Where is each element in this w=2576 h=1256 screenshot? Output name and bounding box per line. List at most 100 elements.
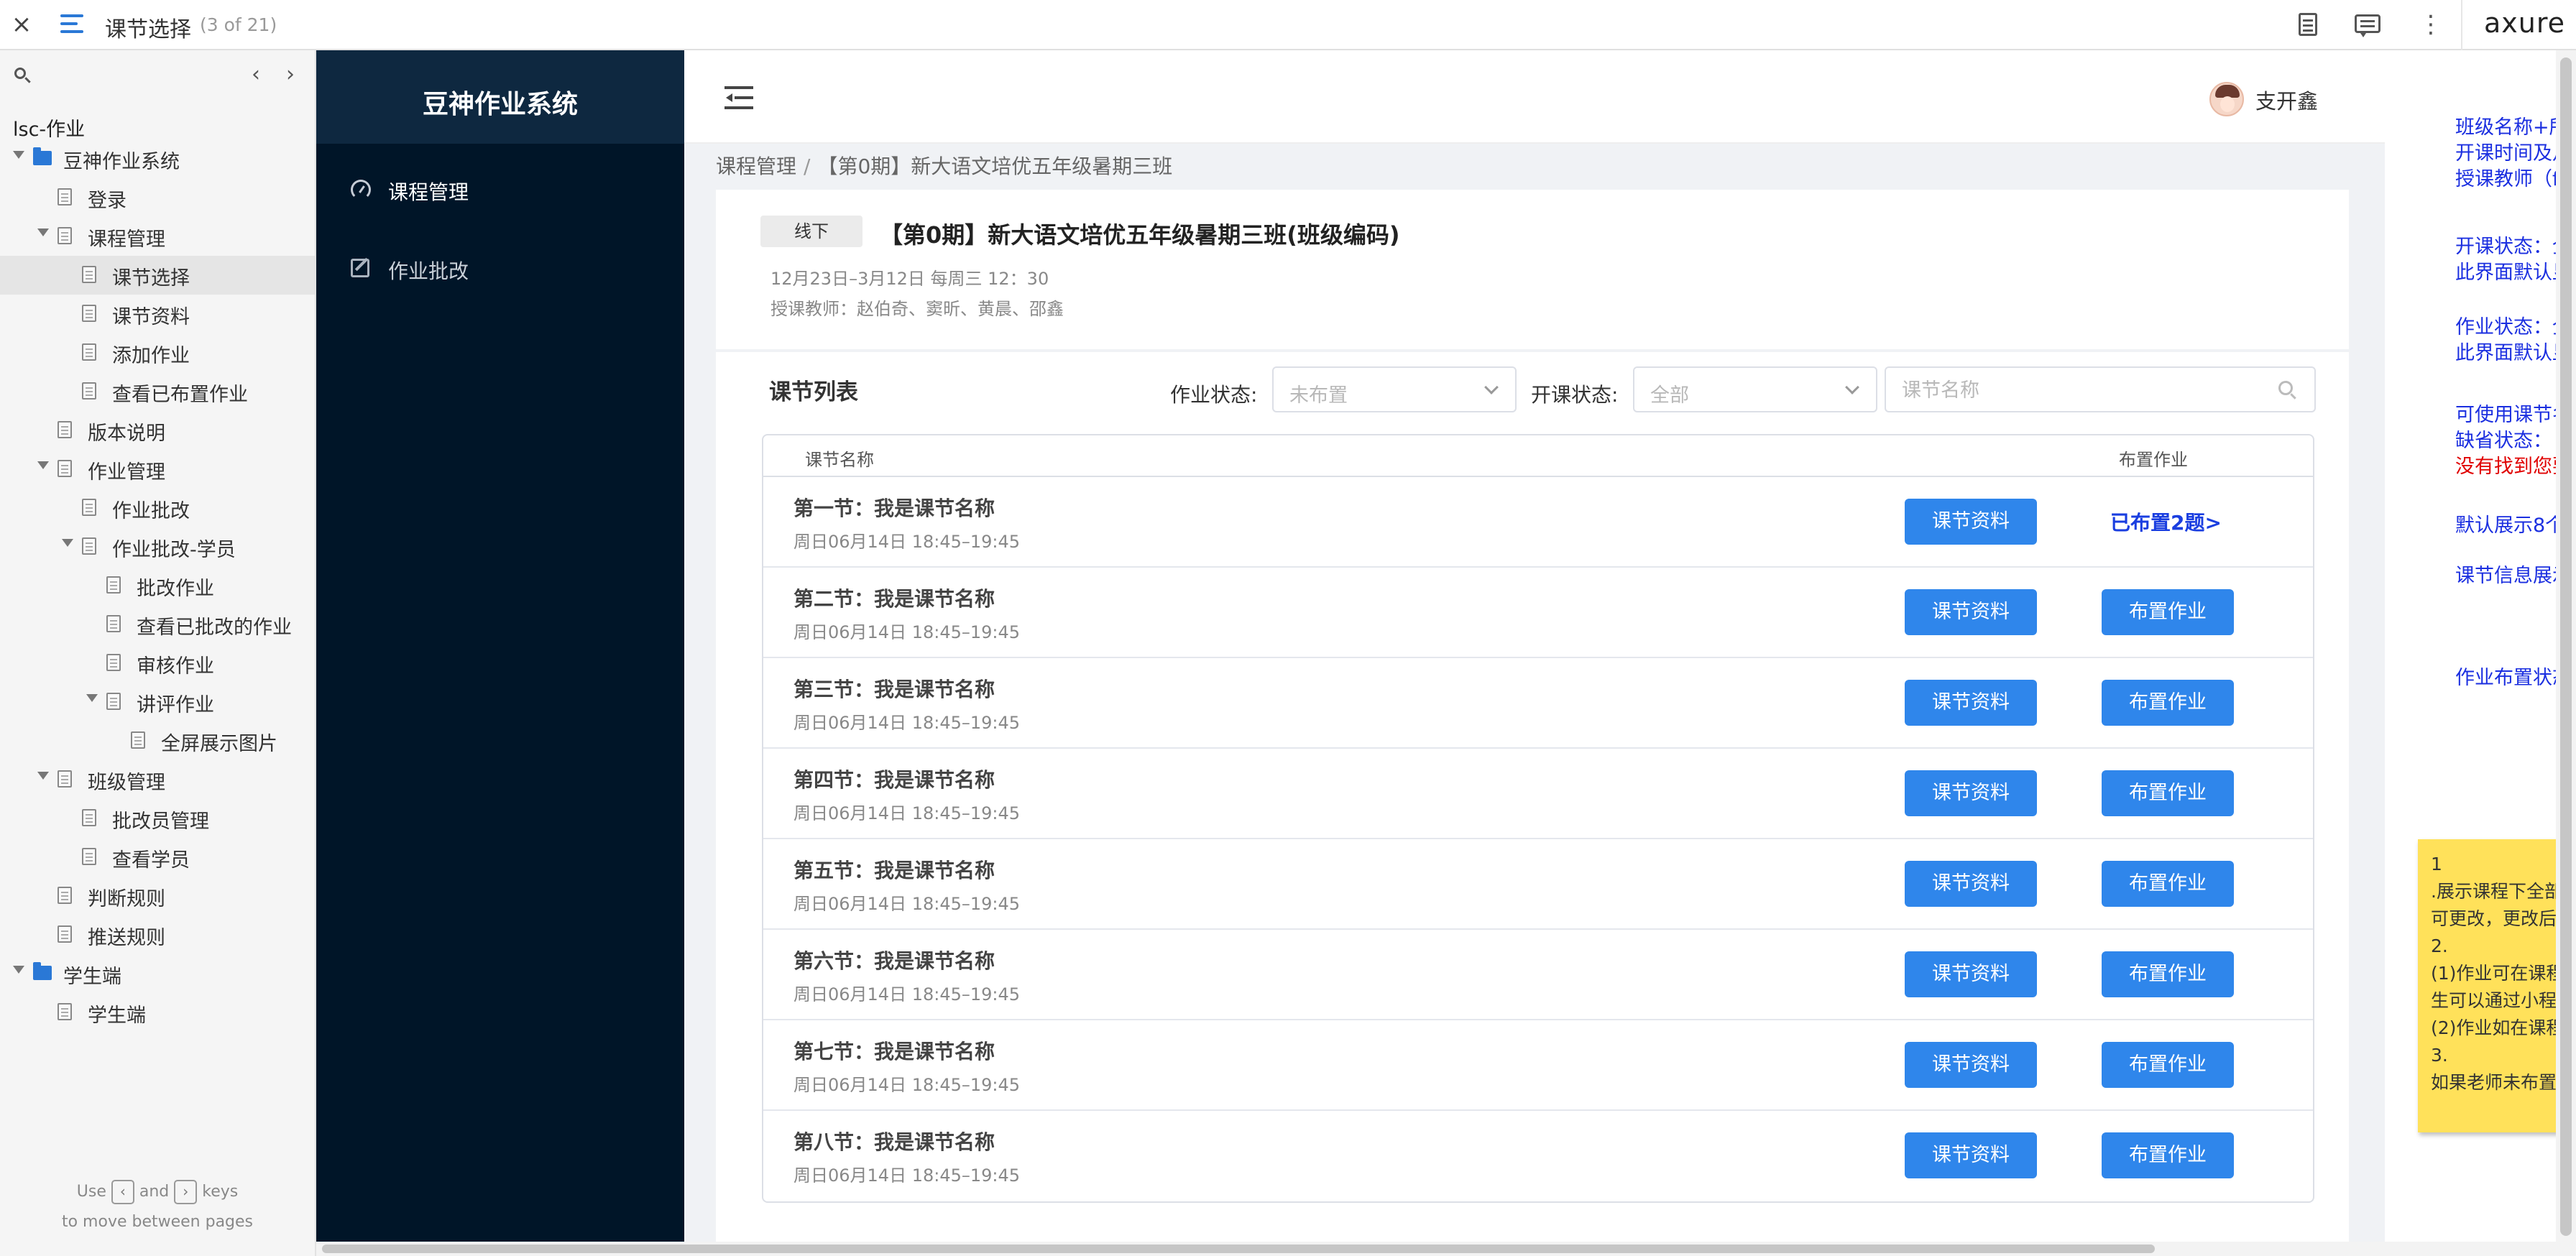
close-icon[interactable]: × xyxy=(7,10,36,39)
homework-status-select[interactable]: 未布置 xyxy=(1272,366,1517,412)
sitemap-item[interactable]: 查看已批改的作业 xyxy=(0,605,315,644)
sitemap-item[interactable]: 查看已布置作业 xyxy=(0,372,315,411)
nav-label: 作业批改 xyxy=(388,259,469,283)
annotation-note: 此界面默认显 xyxy=(2455,262,2572,284)
lesson-time: 周日06月14日 18:45–19:45 xyxy=(794,984,1021,1005)
lesson-name: 第七节：我是课节名称 xyxy=(794,1040,995,1063)
prev-page-icon[interactable]: ‹ xyxy=(252,62,260,87)
sitemap-toggle-icon[interactable] xyxy=(60,11,86,37)
annotation-note: 没有找到您要 xyxy=(2455,456,2572,478)
course-title: 【第0期】新大语文培优五年级暑期三班(班级编码) xyxy=(880,221,1400,249)
sitemap-item[interactable]: 班级管理 xyxy=(0,760,315,799)
assign-homework-button[interactable]: 布置作业 xyxy=(2102,1042,2234,1088)
sitemap-item[interactable]: 课节选择 xyxy=(0,256,315,295)
user-name[interactable]: 支开鑫 xyxy=(2255,85,2318,115)
breadcrumb-root[interactable]: 课程管理 xyxy=(716,154,796,178)
breadcrumb: 课程管理 / 【第0期】新大语文培优五年级暑期三班 xyxy=(716,151,1172,180)
class-status-select[interactable]: 全部 xyxy=(1633,366,1877,412)
sitemap-item-label: 审核作业 xyxy=(137,655,214,678)
page-icon xyxy=(58,188,72,206)
lesson-material-button[interactable]: 课节资料 xyxy=(1905,861,2037,907)
lesson-material-button[interactable]: 课节资料 xyxy=(1905,951,2037,997)
sitemap-item[interactable]: 学生端 xyxy=(0,993,315,1032)
lesson-material-button[interactable]: 课节资料 xyxy=(1905,770,2037,816)
lesson-material-button[interactable]: 课节资料 xyxy=(1905,499,2037,545)
sitemap-item[interactable]: 批改作业 xyxy=(0,566,315,605)
notes-icon[interactable] xyxy=(2293,10,2324,40)
sitemap-item[interactable]: 登录 xyxy=(0,178,315,217)
annotation-note: 开课状态：全 xyxy=(2455,236,2572,258)
assign-homework-button[interactable]: 布置作业 xyxy=(2102,951,2234,997)
sitemap-item[interactable]: 版本说明 xyxy=(0,411,315,450)
sitemap-item[interactable]: 判断规则 xyxy=(0,877,315,915)
assign-homework-button[interactable]: 布置作业 xyxy=(2102,680,2234,726)
page-icon xyxy=(82,848,96,865)
class-status-label: 开课状态: xyxy=(1531,383,1619,407)
sitemap-item[interactable]: 作业批改 xyxy=(0,489,315,527)
sitemap-item[interactable]: 添加作业 xyxy=(0,333,315,372)
lesson-material-button[interactable]: 课节资料 xyxy=(1905,589,2037,635)
nav-item-homework-grading[interactable]: 作业批改 xyxy=(316,244,684,295)
sticky-note-line: 生可以通过小程 xyxy=(2431,990,2557,1011)
more-options-icon[interactable]: ⋮ xyxy=(2415,10,2447,40)
assign-homework-button[interactable]: 布置作业 xyxy=(2102,861,2234,907)
prev-key-icon: ‹ xyxy=(111,1180,134,1204)
lesson-material-button[interactable]: 课节资料 xyxy=(1905,1132,2037,1178)
lesson-material-button[interactable]: 课节资料 xyxy=(1905,680,2037,726)
sitemap-item[interactable]: 审核作业 xyxy=(0,644,315,683)
chevron-down-icon[interactable] xyxy=(37,772,49,780)
sitemap-item-label: 添加作业 xyxy=(112,345,190,367)
lesson-material-button[interactable]: 课节资料 xyxy=(1905,1042,2037,1088)
sitemap-item[interactable]: 全屏展示图片 xyxy=(0,721,315,760)
sitemap-item[interactable]: 批改员管理 xyxy=(0,799,315,838)
next-page-icon[interactable]: › xyxy=(286,62,295,87)
page-icon xyxy=(82,343,96,361)
lesson-time: 周日06月14日 18:45–19:45 xyxy=(794,894,1021,914)
chevron-down-icon[interactable] xyxy=(86,694,98,702)
assigned-homework-link[interactable]: 已布置2题> xyxy=(2110,507,2222,536)
search-icon[interactable] xyxy=(13,66,34,88)
assign-homework-button[interactable]: 布置作业 xyxy=(2102,589,2234,635)
search-icon[interactable] xyxy=(2278,381,2299,401)
comment-icon[interactable] xyxy=(2352,10,2383,40)
chevron-down-icon[interactable] xyxy=(13,966,24,974)
folder-icon xyxy=(33,147,52,165)
edit-icon xyxy=(351,259,372,280)
assign-homework-button[interactable]: 布置作业 xyxy=(2102,1132,2234,1178)
table-row: 第七节：我是课节名称周日06月14日 18:45–19:45 课节资料 布置作业 xyxy=(763,1020,2313,1111)
assign-homework-button[interactable]: 布置作业 xyxy=(2102,770,2234,816)
sitemap-item[interactable]: 查看学员 xyxy=(0,838,315,877)
annotation-note: 作业布置状态 xyxy=(2455,667,2572,689)
sitemap-item[interactable]: 作业管理 xyxy=(0,450,315,489)
sitemap-item-label: 推送规则 xyxy=(88,927,165,949)
table-row: 第二节：我是课节名称 周日06月14日 18:45–19:45 课节资料 布置作业 xyxy=(763,568,2313,658)
sitemap-item[interactable]: 学生端 xyxy=(0,954,315,993)
sitemap-item[interactable]: 课程管理 xyxy=(0,217,315,256)
sitemap-item[interactable]: 豆神作业系统 xyxy=(0,139,315,178)
brand-title: 豆神作业系统 xyxy=(422,90,578,119)
sitemap-item[interactable]: 讲评作业 xyxy=(0,683,315,721)
lesson-time: 周日06月14日 18:45–19:45 xyxy=(794,532,1021,552)
chevron-down-icon[interactable] xyxy=(37,461,49,469)
lesson-time: 周日06月14日 18:45–19:45 xyxy=(794,1075,1021,1095)
collapse-menu-icon[interactable] xyxy=(724,86,753,109)
chevron-down-icon[interactable] xyxy=(62,539,73,547)
lesson-time: 周日06月14日 18:45–19:45 xyxy=(794,713,1021,733)
sitemap-item[interactable]: 作业批改-学员 xyxy=(0,527,315,566)
chevron-down-icon[interactable] xyxy=(13,151,24,159)
chevron-down-icon[interactable] xyxy=(37,228,49,236)
horizontal-scrollbar-thumb[interactable] xyxy=(322,1245,2155,1253)
sitemap-item-label: 学生端 xyxy=(88,1005,146,1027)
footer-keys-text: keys xyxy=(202,1183,239,1201)
annotation-note: 班级名称+所 xyxy=(2455,116,2569,139)
vertical-scrollbar[interactable] xyxy=(2556,50,2576,1242)
app-sidebar: 豆神作业系统 课程管理 作业批改 xyxy=(316,50,684,1242)
lesson-name: 第二节：我是课节名称 xyxy=(794,587,995,611)
horizontal-scrollbar[interactable] xyxy=(316,1242,2576,1256)
avatar[interactable] xyxy=(2209,82,2244,116)
sitemap-item[interactable]: 推送规则 xyxy=(0,915,315,954)
nav-item-course-management[interactable]: 课程管理 xyxy=(316,165,684,216)
vertical-scrollbar-thumb[interactable] xyxy=(2560,57,2572,1236)
lesson-search-input[interactable] xyxy=(1900,375,2274,405)
sitemap-item[interactable]: 课节资料 xyxy=(0,295,315,333)
